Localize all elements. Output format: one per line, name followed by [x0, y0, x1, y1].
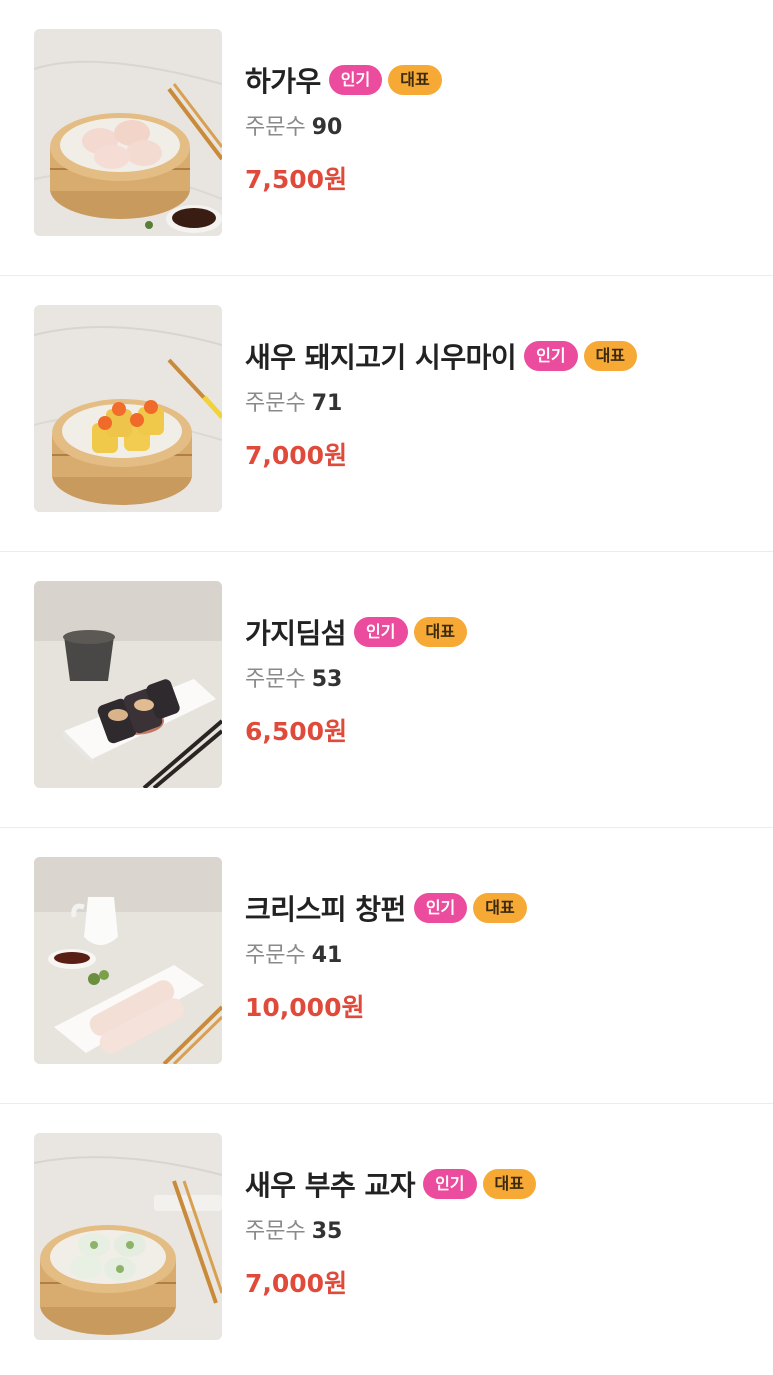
order-count-label: 주문수 [245, 115, 306, 140]
menu-item-siu-mai[interactable]: 새우 돼지고기 시우마이 인기 대표 주문수 71 7,000원 [0, 276, 773, 552]
title-row: 가지딤섬 인기 대표 [245, 614, 473, 650]
menu-item-chive-dumpling[interactable]: 새우 부추 교자 인기 대표 주문수 35 7,000원 [0, 1104, 773, 1375]
har-gow-photo [34, 29, 222, 236]
popular-badge: 인기 [413, 893, 468, 923]
order-count-row: 주문수 53 [245, 666, 473, 694]
order-count-value: 35 [311, 1219, 343, 1244]
signature-badge: 대표 [413, 617, 467, 647]
menu-item-info: 하가우 인기 대표 주문수 90 7,500원 [245, 62, 448, 196]
eggplant-dimsum-photo [34, 581, 222, 788]
order-count-label: 주문수 [245, 1219, 306, 1244]
menu-item-name: 하가우 [245, 65, 321, 98]
menu-item-name: 새우 돼지고기 시우마이 [245, 341, 517, 374]
menu-item-image[interactable] [34, 1133, 222, 1340]
popular-badge: 인기 [354, 617, 408, 647]
menu-item-har-gow[interactable]: 하가우 인기 대표 주문수 90 7,500원 [0, 0, 773, 276]
menu-item-price: 7,500원 [245, 165, 348, 194]
menu-item-crispy-cheung-fun[interactable]: 크리스피 창펀 인기 대표 주문수 41 10,000원 [0, 828, 773, 1104]
menu-item-name: 가지딤섬 [245, 617, 347, 650]
signature-badge: 대표 [388, 65, 442, 95]
menu-item-eggplant-dimsum[interactable]: 가지딤섬 인기 대표 주문수 53 6,500원 [0, 552, 773, 828]
menu-item-info: 가지딤섬 인기 대표 주문수 53 6,500원 [245, 614, 473, 748]
menu-item-price: 7,000원 [245, 441, 348, 470]
order-count-label: 주문수 [245, 391, 306, 416]
menu-item-price: 6,500원 [245, 717, 348, 746]
order-count-value: 90 [311, 115, 343, 140]
menu-item-price: 10,000원 [245, 993, 365, 1022]
menu-item-image[interactable] [34, 581, 222, 788]
order-count-value: 53 [311, 667, 343, 692]
menu-item-info: 새우 돼지고기 시우마이 인기 대표 주문수 71 7,000원 [245, 338, 643, 472]
order-count-row: 주문수 90 [245, 114, 448, 142]
menu-list: 하가우 인기 대표 주문수 90 7,500원 새우 돼지고기 시우마이 인기 … [0, 0, 773, 1375]
siu-mai-photo [34, 305, 222, 512]
order-count-row: 주문수 71 [245, 390, 643, 418]
menu-item-info: 크리스피 창펀 인기 대표 주문수 41 10,000원 [245, 890, 533, 1024]
order-count-value: 71 [311, 391, 343, 416]
order-count-row: 주문수 35 [245, 1218, 542, 1246]
menu-item-image[interactable] [34, 305, 222, 512]
menu-item-image[interactable] [34, 29, 222, 236]
order-count-label: 주문수 [245, 943, 306, 968]
signature-badge: 대표 [482, 1169, 536, 1199]
title-row: 크리스피 창펀 인기 대표 [245, 890, 533, 926]
menu-item-name: 새우 부추 교자 [245, 1169, 416, 1202]
cheung-fun-photo [34, 857, 222, 1064]
signature-badge: 대표 [473, 893, 527, 923]
chive-dumpling-photo [34, 1133, 222, 1340]
menu-item-info: 새우 부추 교자 인기 대표 주문수 35 7,000원 [245, 1166, 542, 1300]
menu-item-price: 7,000원 [245, 1269, 348, 1298]
menu-item-name: 크리스피 창펀 [245, 893, 406, 926]
order-count-value: 41 [311, 943, 343, 968]
popular-badge: 인기 [524, 341, 578, 371]
title-row: 하가우 인기 대표 [245, 62, 448, 98]
popular-badge: 인기 [423, 1169, 477, 1199]
title-row: 새우 돼지고기 시우마이 인기 대표 [245, 338, 643, 374]
order-count-label: 주문수 [245, 667, 306, 692]
order-count-row: 주문수 41 [245, 942, 533, 970]
signature-badge: 대표 [583, 341, 638, 371]
menu-item-image[interactable] [34, 857, 222, 1064]
popular-badge: 인기 [328, 65, 383, 95]
title-row: 새우 부추 교자 인기 대표 [245, 1166, 542, 1202]
